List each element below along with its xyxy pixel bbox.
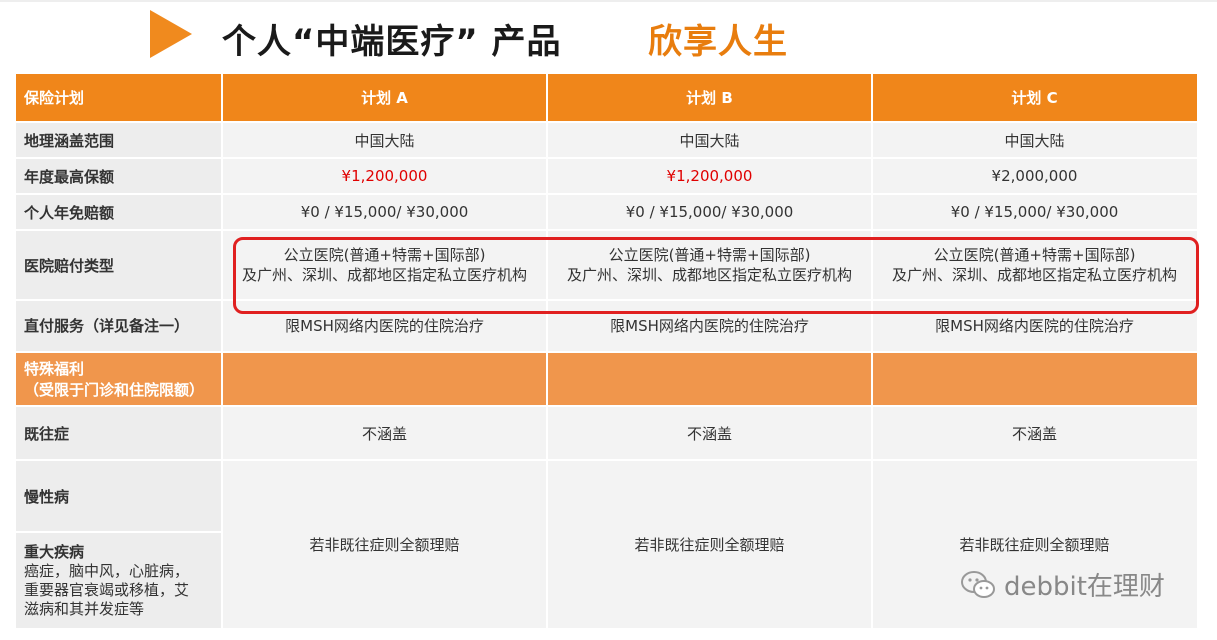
column-divider: [871, 74, 873, 628]
special-benefits-plan-c: [872, 353, 1197, 405]
special-benefits-note: （受限于门诊和住院限额）: [24, 381, 205, 399]
row-label-critical: 重大疾病 癌症，脑中风，心脏病， 重要器官衰竭或移植，艾 滋病和其并发症等: [16, 533, 222, 628]
annual-limit-plan-a: ¥1,200,000: [222, 159, 547, 193]
section-special-benefits: 特殊福利 （受限于门诊和住院限额）: [16, 353, 222, 405]
wechat-icon: [961, 570, 995, 598]
critical-plan-a: 若非既往症则全额理赔: [222, 461, 547, 628]
critical-desc-line: 癌症，脑中风，心脏病，: [24, 561, 190, 580]
table-header-plan-c: 计划 C: [872, 74, 1197, 121]
critical-desc-line: 滋病和其并发症等: [24, 599, 145, 618]
critical-plan-b: 若非既往症则全额理赔: [547, 461, 872, 628]
preexisting-plan-c: 不涵盖: [872, 407, 1197, 459]
page-title: 个人“中端医疗” 产品: [222, 22, 562, 62]
row-label-deductible: 个人年免赔额: [16, 195, 222, 229]
page-title-accent: 欣享人生: [648, 22, 788, 62]
play-arrow-icon: [150, 10, 192, 58]
row-label-region: 地理涵盖范围: [16, 123, 222, 157]
deductible-plan-c: ¥0 / ¥15,000/ ¥30,000: [872, 195, 1197, 229]
row-label-preexisting: 既往症: [16, 407, 222, 459]
annual-limit-plan-b: ¥1,200,000: [547, 159, 872, 193]
column-divider: [221, 74, 223, 628]
special-benefits-title: 特殊福利: [24, 360, 85, 378]
watermark: debbit在理财: [960, 566, 1165, 603]
plan-comparison-table: 保险计划 计划 A 计划 B 计划 C 地理涵盖范围 中国大陆 中国大陆 中国大…: [16, 74, 1197, 628]
special-benefits-plan-b: [547, 353, 872, 405]
table-header-plan-b: 计划 B: [547, 74, 872, 121]
preexisting-plan-b: 不涵盖: [547, 407, 872, 459]
critical-title: 重大疾病: [24, 542, 85, 561]
region-plan-c: 中国大陆: [872, 123, 1197, 157]
top-rule: [0, 0, 1217, 2]
row-label-direct-pay: 直付服务（详见备注一）: [16, 301, 222, 351]
special-benefits-plan-a: [222, 353, 547, 405]
hospital-highlight-box: [233, 237, 1199, 314]
row-label-chronic: 慢性病: [16, 461, 222, 531]
table-header-plan-a: 计划 A: [222, 74, 547, 121]
table-header-plan: 保险计划: [16, 74, 222, 121]
deductible-plan-a: ¥0 / ¥15,000/ ¥30,000: [222, 195, 547, 229]
critical-desc-line: 重要器官衰竭或移植，艾: [24, 580, 190, 599]
deductible-plan-b: ¥0 / ¥15,000/ ¥30,000: [547, 195, 872, 229]
row-label-hospital: 医院赔付类型: [16, 231, 222, 299]
region-plan-b: 中国大陆: [547, 123, 872, 157]
region-plan-a: 中国大陆: [222, 123, 547, 157]
row-label-annual-limit: 年度最高保额: [16, 159, 222, 193]
page-header: 个人“中端医疗” 产品 欣享人生: [0, 0, 1217, 72]
annual-limit-plan-c: ¥2,000,000: [872, 159, 1197, 193]
watermark-text: debbit在理财: [1004, 572, 1165, 602]
preexisting-plan-a: 不涵盖: [222, 407, 547, 459]
column-divider: [546, 74, 548, 628]
